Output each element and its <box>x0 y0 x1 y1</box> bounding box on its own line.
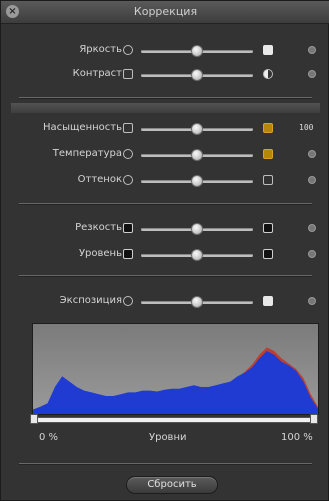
temperature-reset-icon[interactable] <box>308 150 316 158</box>
sharpness-reset-icon[interactable] <box>308 224 316 232</box>
window-title: Коррекция <box>133 5 198 18</box>
divider <box>19 275 312 276</box>
adjustments-window: × Коррекция Яркость Контраст Насыщенност… <box>0 0 329 501</box>
brightness-label: Яркость <box>79 44 122 55</box>
histogram-chart <box>33 347 318 414</box>
divider <box>19 203 312 204</box>
sharpness-label: Резкость <box>75 222 122 233</box>
saturation-value: 100 <box>299 123 314 132</box>
contrast-knob[interactable] <box>191 69 203 81</box>
brightness-reset-icon[interactable] <box>308 46 316 54</box>
level-knob[interactable] <box>191 249 203 261</box>
levels-min-label: 0 % <box>39 432 59 443</box>
level-high-icon <box>263 249 273 259</box>
saturation-low-icon <box>123 123 133 133</box>
contrast-low-icon <box>123 69 133 79</box>
temperature-row: Температура <box>1 147 329 163</box>
tint-row: Оттенок <box>1 173 329 189</box>
contrast-reset-icon[interactable] <box>308 70 316 78</box>
brightness-row: Яркость <box>1 43 329 59</box>
temperature-label: Температура <box>52 148 122 159</box>
tint-knob[interactable] <box>191 175 203 187</box>
exposure-label: Экспозиция <box>59 295 122 306</box>
saturation-label: Насыщенность <box>42 122 122 133</box>
temperature-warm-icon <box>263 149 273 159</box>
levels-max-label: 100 % <box>281 432 313 443</box>
temperature-knob[interactable] <box>191 149 203 161</box>
sharpness-low-icon <box>123 223 133 233</box>
divider <box>19 97 312 98</box>
section-separator <box>11 103 320 113</box>
levels-slider[interactable] <box>32 417 317 423</box>
brightness-high-icon <box>263 45 273 55</box>
level-reset-icon[interactable] <box>308 250 316 258</box>
tint-low-icon <box>123 175 133 185</box>
tint-reset-icon[interactable] <box>308 176 316 184</box>
exposure-reset-icon[interactable] <box>308 297 316 305</box>
tint-label: Оттенок <box>77 174 122 185</box>
contrast-row: Контраст <box>1 67 329 83</box>
level-label: Уровень <box>78 248 122 259</box>
exposure-knob[interactable] <box>191 296 203 308</box>
sharpness-knob[interactable] <box>191 223 203 235</box>
brightness-knob[interactable] <box>191 45 203 57</box>
contrast-high-icon <box>263 69 273 79</box>
levels-title: Уровни <box>149 432 187 443</box>
title-bar: × Коррекция <box>1 1 329 24</box>
brightness-low-icon <box>123 45 133 55</box>
exposure-low-icon <box>123 296 133 306</box>
histogram <box>32 323 319 415</box>
saturation-high-icon <box>263 123 273 133</box>
level-low-icon <box>123 249 133 259</box>
sharpness-row: Резкость <box>1 221 329 237</box>
tint-high-icon <box>263 175 273 185</box>
exposure-high-icon <box>263 296 273 306</box>
level-row: Уровень <box>1 247 329 263</box>
sharpness-high-icon <box>263 223 273 233</box>
exposure-row: Экспозиция <box>1 294 329 310</box>
divider <box>19 463 312 464</box>
histogram-blue-channel <box>33 351 318 414</box>
temperature-cold-icon <box>123 149 133 159</box>
contrast-label: Контраст <box>72 68 122 79</box>
saturation-row: Насыщенность 100 <box>1 121 329 137</box>
levels-max-handle[interactable] <box>310 414 318 424</box>
reset-button[interactable]: Сбросить <box>126 476 218 494</box>
levels-min-handle[interactable] <box>30 414 38 424</box>
saturation-knob[interactable] <box>191 123 203 135</box>
